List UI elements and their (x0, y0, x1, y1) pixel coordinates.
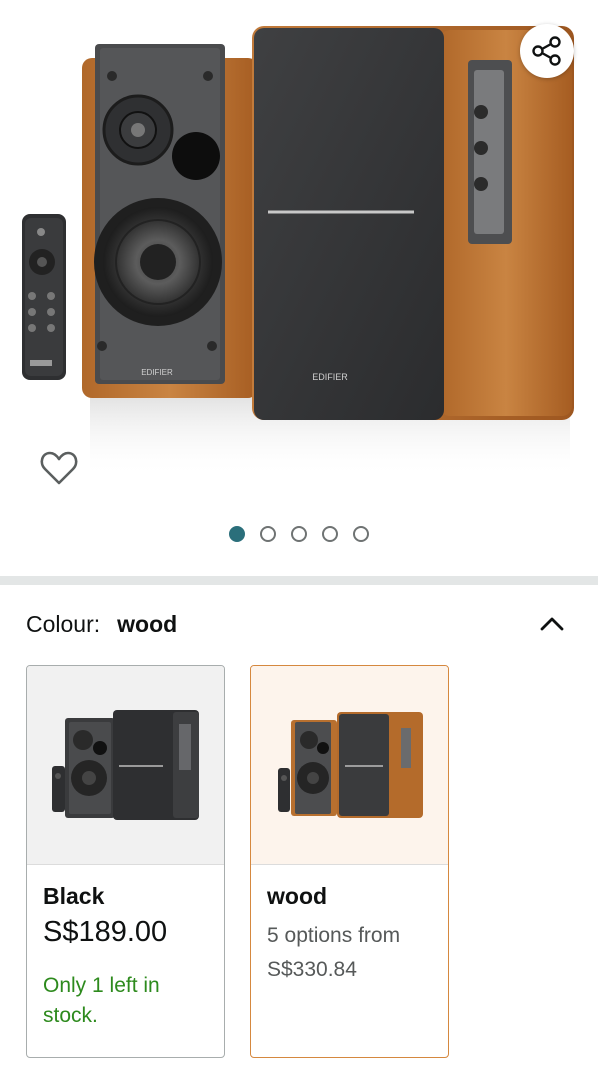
carousel-dot[interactable] (322, 526, 338, 542)
carousel-dot[interactable] (291, 526, 307, 542)
colour-option-name: Black (43, 883, 105, 909)
carousel-dot[interactable] (353, 526, 369, 542)
collapse-toggle[interactable] (536, 608, 568, 640)
product-page: EDIFIER EDIFIER Colour: wood Black S$189… (0, 0, 598, 1080)
brand-mark-left: EDIFIER (141, 368, 173, 377)
colour-option-offers: 5 options from S$330.84 (267, 919, 432, 987)
product-image[interactable]: EDIFIER EDIFIER (0, 0, 598, 500)
section-divider (0, 576, 598, 585)
stock-status: Only 1 left in stock. (43, 974, 160, 1027)
brand-mark-right: EDIFIER (312, 372, 348, 382)
colour-option-image (27, 666, 224, 864)
carousel-dot[interactable] (260, 526, 276, 542)
chevron-up-icon (540, 617, 564, 631)
colour-selected-value: wood (117, 610, 178, 637)
carousel-indicator (0, 524, 598, 544)
colour-label: Colour: (26, 610, 101, 637)
colour-option-wood[interactable]: wood 5 options from S$330.84 (250, 665, 449, 1058)
colour-option-price: S$189.00 (43, 916, 168, 948)
colour-option-black[interactable]: Black S$189.00 Only 1 left in stock. (26, 665, 225, 1058)
colour-selector-header[interactable]: Colour: wood (26, 606, 576, 642)
offers-from-price: S$330.84 (267, 958, 357, 981)
colour-option-name: wood (267, 883, 328, 909)
share-icon (532, 36, 561, 66)
offers-count: 5 options from (267, 924, 401, 947)
product-image-carousel[interactable]: EDIFIER EDIFIER (0, 0, 598, 575)
colour-option-image (251, 666, 448, 864)
wishlist-button[interactable] (36, 446, 82, 490)
carousel-dot[interactable] (229, 526, 245, 542)
heart-icon (40, 451, 78, 485)
share-button[interactable] (520, 24, 574, 78)
